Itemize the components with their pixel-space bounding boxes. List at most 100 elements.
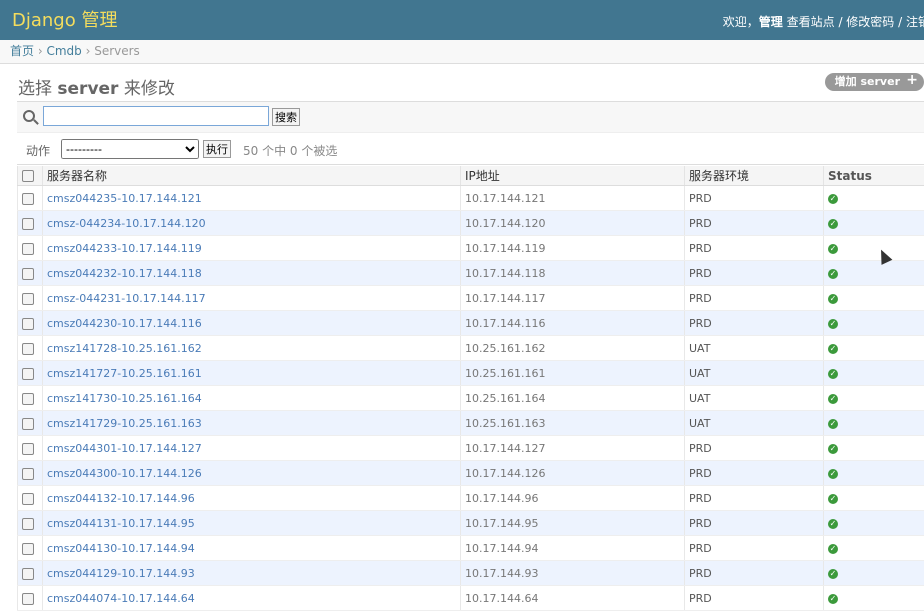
search-button[interactable]: 搜索 [272, 108, 300, 126]
row-checkbox[interactable] [22, 293, 34, 305]
ip-address-cell: 10.17.144.116 [461, 311, 685, 336]
row-select-cell [18, 486, 43, 511]
row-checkbox[interactable] [22, 343, 34, 355]
user-tools: 欢迎，管理 查看站点 / 修改密码 / 注销 [723, 13, 924, 30]
table-row: cmsz044074-10.17.144.6410.17.144.64PRD✓ [18, 586, 924, 611]
status-ok-icon: ✓ [828, 369, 838, 379]
server-name-link[interactable]: cmsz-044234-10.17.144.120 [47, 217, 206, 230]
row-select-cell [18, 411, 43, 436]
site-branding[interactable]: Django 管理 [12, 6, 117, 32]
status-cell: ✓ [824, 311, 924, 336]
row-checkbox[interactable] [22, 218, 34, 230]
column-header-ip[interactable]: IP地址 [461, 166, 685, 186]
row-checkbox[interactable] [22, 243, 34, 255]
row-select-cell [18, 536, 43, 561]
server-name-link[interactable]: cmsz044301-10.17.144.127 [47, 442, 202, 455]
welcome-text: 欢迎， [723, 15, 759, 29]
row-checkbox[interactable] [22, 368, 34, 380]
status-ok-icon: ✓ [828, 594, 838, 604]
server-name-cell: cmsz-044231-10.17.144.117 [43, 286, 461, 311]
column-header-env[interactable]: 服务器环境 [685, 166, 824, 186]
server-name-link[interactable]: cmsz044235-10.17.144.121 [47, 192, 202, 205]
server-name-link[interactable]: cmsz044129-10.17.144.93 [47, 567, 195, 580]
search-input[interactable] [43, 106, 269, 126]
search-toolbar: 搜索 [17, 101, 924, 133]
column-header-name[interactable]: 服务器名称 [43, 166, 461, 186]
row-checkbox[interactable] [22, 568, 34, 580]
environment-cell: PRD [685, 211, 824, 236]
row-checkbox[interactable] [22, 518, 34, 530]
username: 管理 [759, 15, 783, 29]
server-name-link[interactable]: cmsz141728-10.25.161.162 [47, 342, 202, 355]
server-name-link[interactable]: cmsz-044231-10.17.144.117 [47, 292, 206, 305]
environment-cell: UAT [685, 336, 824, 361]
status-ok-icon: ✓ [828, 194, 838, 204]
server-name-link[interactable]: cmsz044232-10.17.144.118 [47, 267, 202, 280]
ip-address-cell: 10.17.144.121 [461, 186, 685, 211]
server-name-link[interactable]: cmsz044132-10.17.144.96 [47, 492, 195, 505]
action-select[interactable]: --------- [61, 139, 199, 159]
table-row: cmsz-044234-10.17.144.12010.17.144.120PR… [18, 211, 924, 236]
row-checkbox[interactable] [22, 318, 34, 330]
server-name-link[interactable]: cmsz141730-10.25.161.164 [47, 392, 202, 405]
view-site-link[interactable]: 查看站点 [787, 15, 835, 29]
add-server-button[interactable]: 增加 server + [825, 73, 924, 91]
server-name-link[interactable]: cmsz044131-10.17.144.95 [47, 517, 195, 530]
server-name-link[interactable]: cmsz044074-10.17.144.64 [47, 592, 195, 605]
status-cell: ✓ [824, 461, 924, 486]
server-name-link[interactable]: cmsz044233-10.17.144.119 [47, 242, 202, 255]
breadcrumb-app[interactable]: Cmdb [46, 44, 81, 58]
environment-cell: PRD [685, 561, 824, 586]
status-ok-icon: ✓ [828, 344, 838, 354]
environment-cell: PRD [685, 286, 824, 311]
server-name-link[interactable]: cmsz044230-10.17.144.116 [47, 317, 202, 330]
change-password-link[interactable]: 修改密码 [846, 15, 894, 29]
table-row: cmsz044130-10.17.144.9410.17.144.94PRD✓ [18, 536, 924, 561]
status-ok-icon: ✓ [828, 519, 838, 529]
row-checkbox[interactable] [22, 193, 34, 205]
breadcrumb: 首页 › Cmdb › Servers [0, 40, 924, 64]
select-all-checkbox[interactable] [22, 170, 34, 182]
server-name-cell: cmsz044233-10.17.144.119 [43, 236, 461, 261]
status-cell: ✓ [824, 586, 924, 611]
row-select-cell [18, 461, 43, 486]
breadcrumb-home[interactable]: 首页 [10, 44, 34, 58]
server-name-cell: cmsz044131-10.17.144.95 [43, 511, 461, 536]
row-checkbox[interactable] [22, 418, 34, 430]
logout-link[interactable]: 注销 [906, 15, 924, 29]
server-name-cell: cmsz044130-10.17.144.94 [43, 536, 461, 561]
table-header-row: 服务器名称 IP地址 服务器环境 Status [18, 166, 924, 186]
server-name-link[interactable]: cmsz141727-10.25.161.161 [47, 367, 202, 380]
status-cell: ✓ [824, 211, 924, 236]
table-row: cmsz141729-10.25.161.16310.25.161.163UAT… [18, 411, 924, 436]
environment-cell: PRD [685, 236, 824, 261]
server-name-link[interactable]: cmsz044300-10.17.144.126 [47, 467, 202, 480]
server-name-cell: cmsz141728-10.25.161.162 [43, 336, 461, 361]
column-header-status[interactable]: Status [824, 166, 924, 186]
table-row: cmsz-044231-10.17.144.117 10.17.144.117PR… [18, 286, 924, 311]
environment-cell: PRD [685, 586, 824, 611]
row-checkbox[interactable] [22, 543, 34, 555]
row-checkbox[interactable] [22, 593, 34, 605]
ip-address-cell: 10.17.144.95 [461, 511, 685, 536]
row-checkbox[interactable] [22, 268, 34, 280]
server-name-link[interactable]: cmsz141729-10.25.161.163 [47, 417, 202, 430]
run-action-button[interactable]: 执行 [203, 140, 231, 158]
ip-address-cell: 10.17.144.117 [461, 286, 685, 311]
row-checkbox[interactable] [22, 443, 34, 455]
server-name-link[interactable]: cmsz044130-10.17.144.94 [47, 542, 195, 555]
ip-address-cell: 10.25.161.162 [461, 336, 685, 361]
status-cell: ✓ [824, 286, 924, 311]
ip-address-cell: 10.17.144.96 [461, 486, 685, 511]
status-cell: ✓ [824, 236, 924, 261]
status-cell: ✓ [824, 561, 924, 586]
ip-address-cell: 10.17.144.119 [461, 236, 685, 261]
row-checkbox[interactable] [22, 493, 34, 505]
table-row: cmsz044132-10.17.144.9610.17.144.96PRD✓ [18, 486, 924, 511]
row-checkbox[interactable] [22, 393, 34, 405]
row-checkbox[interactable] [22, 468, 34, 480]
server-name-cell: cmsz044129-10.17.144.93 [43, 561, 461, 586]
status-ok-icon: ✓ [828, 394, 838, 404]
table-row: cmsz141727-10.25.161.16110.25.161.161UAT… [18, 361, 924, 386]
environment-cell: UAT [685, 411, 824, 436]
